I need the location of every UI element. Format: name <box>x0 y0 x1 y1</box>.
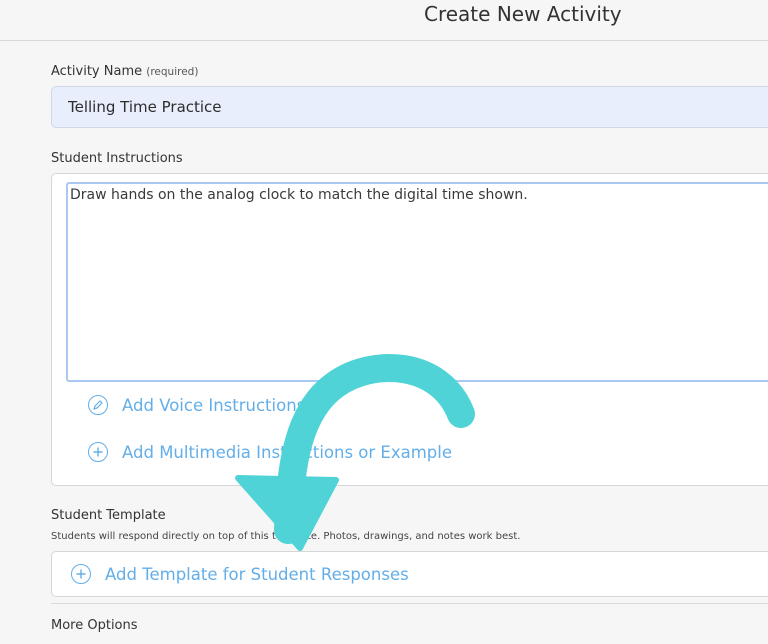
plus-circle-icon <box>71 564 91 584</box>
plus-circle-icon <box>88 442 108 462</box>
activity-name-label: Activity Name (required) <box>51 64 198 79</box>
divider <box>51 603 768 604</box>
required-note: (required) <box>146 66 199 78</box>
page-title: Create New Activity <box>424 2 622 26</box>
add-voice-instructions-button[interactable]: Add Voice Instructions <box>88 393 305 417</box>
add-template-label: Add Template for Student Responses <box>105 564 409 584</box>
add-multimedia-label: Add Multimedia Instructions or Example <box>122 442 453 462</box>
header-bar: Create New Activity <box>0 0 768 41</box>
student-template-note: Students will respond directly on top of… <box>51 531 521 542</box>
student-instructions-label: Student Instructions <box>51 151 183 166</box>
add-voice-instructions-label: Add Voice Instructions <box>122 395 306 415</box>
pencil-icon <box>88 395 108 415</box>
add-template-button[interactable]: Add Template for Student Responses <box>71 562 409 586</box>
more-options-label: More Options <box>51 618 138 633</box>
activity-name-label-text: Activity Name <box>51 64 143 79</box>
student-instructions-textarea[interactable]: Draw hands on the analog clock to match … <box>66 182 768 382</box>
add-multimedia-button[interactable]: Add Multimedia Instructions or Example <box>88 440 452 464</box>
student-template-label: Student Template <box>51 508 166 523</box>
activity-name-input[interactable] <box>51 86 768 128</box>
